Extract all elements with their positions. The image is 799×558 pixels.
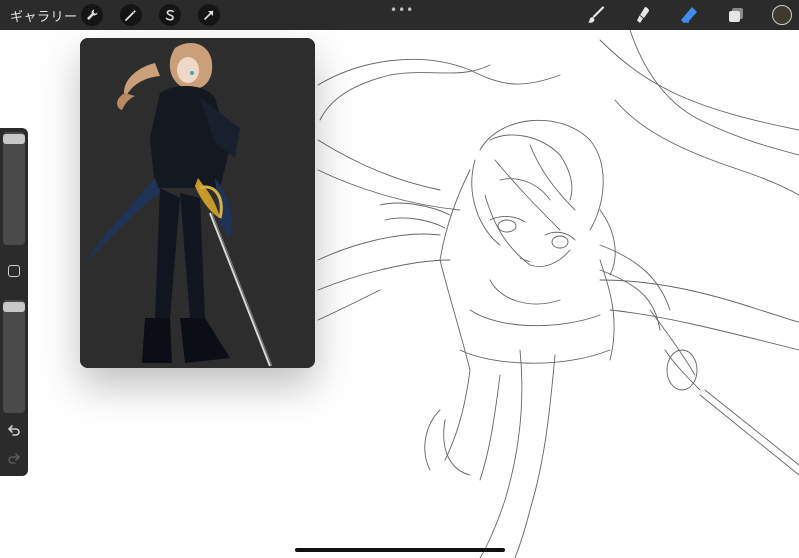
brush-size-thumb[interactable] bbox=[3, 134, 25, 144]
selection-button[interactable] bbox=[159, 4, 181, 26]
undo-icon[interactable] bbox=[6, 423, 22, 437]
wrench-icon bbox=[87, 9, 98, 20]
home-indicator[interactable] bbox=[295, 548, 505, 552]
smudge-icon[interactable] bbox=[633, 5, 653, 25]
opacity-thumb[interactable] bbox=[3, 302, 25, 312]
redo-icon[interactable] bbox=[6, 451, 22, 465]
selection-icon bbox=[165, 9, 174, 21]
top-toolbar: ギャラリー ••• bbox=[0, 0, 799, 30]
brush-size-slider[interactable] bbox=[3, 132, 25, 245]
brush-icon[interactable] bbox=[586, 5, 606, 25]
modify-button[interactable] bbox=[8, 265, 20, 277]
opacity-slider[interactable] bbox=[3, 300, 25, 413]
reference-image bbox=[80, 38, 315, 368]
more-handle[interactable]: ••• bbox=[390, 3, 414, 17]
reference-window[interactable] bbox=[80, 38, 315, 368]
left-sidebar bbox=[0, 128, 28, 476]
color-picker-button[interactable] bbox=[772, 5, 792, 25]
magic-wand-icon bbox=[125, 9, 137, 21]
eraser-icon[interactable] bbox=[679, 5, 699, 25]
gallery-button[interactable]: ギャラリー bbox=[10, 6, 78, 25]
transform-arrow-icon bbox=[204, 10, 214, 20]
actions-button[interactable] bbox=[81, 4, 103, 26]
transform-button[interactable] bbox=[198, 4, 220, 26]
adjustments-button[interactable] bbox=[120, 4, 142, 26]
layers-icon[interactable] bbox=[726, 5, 746, 25]
